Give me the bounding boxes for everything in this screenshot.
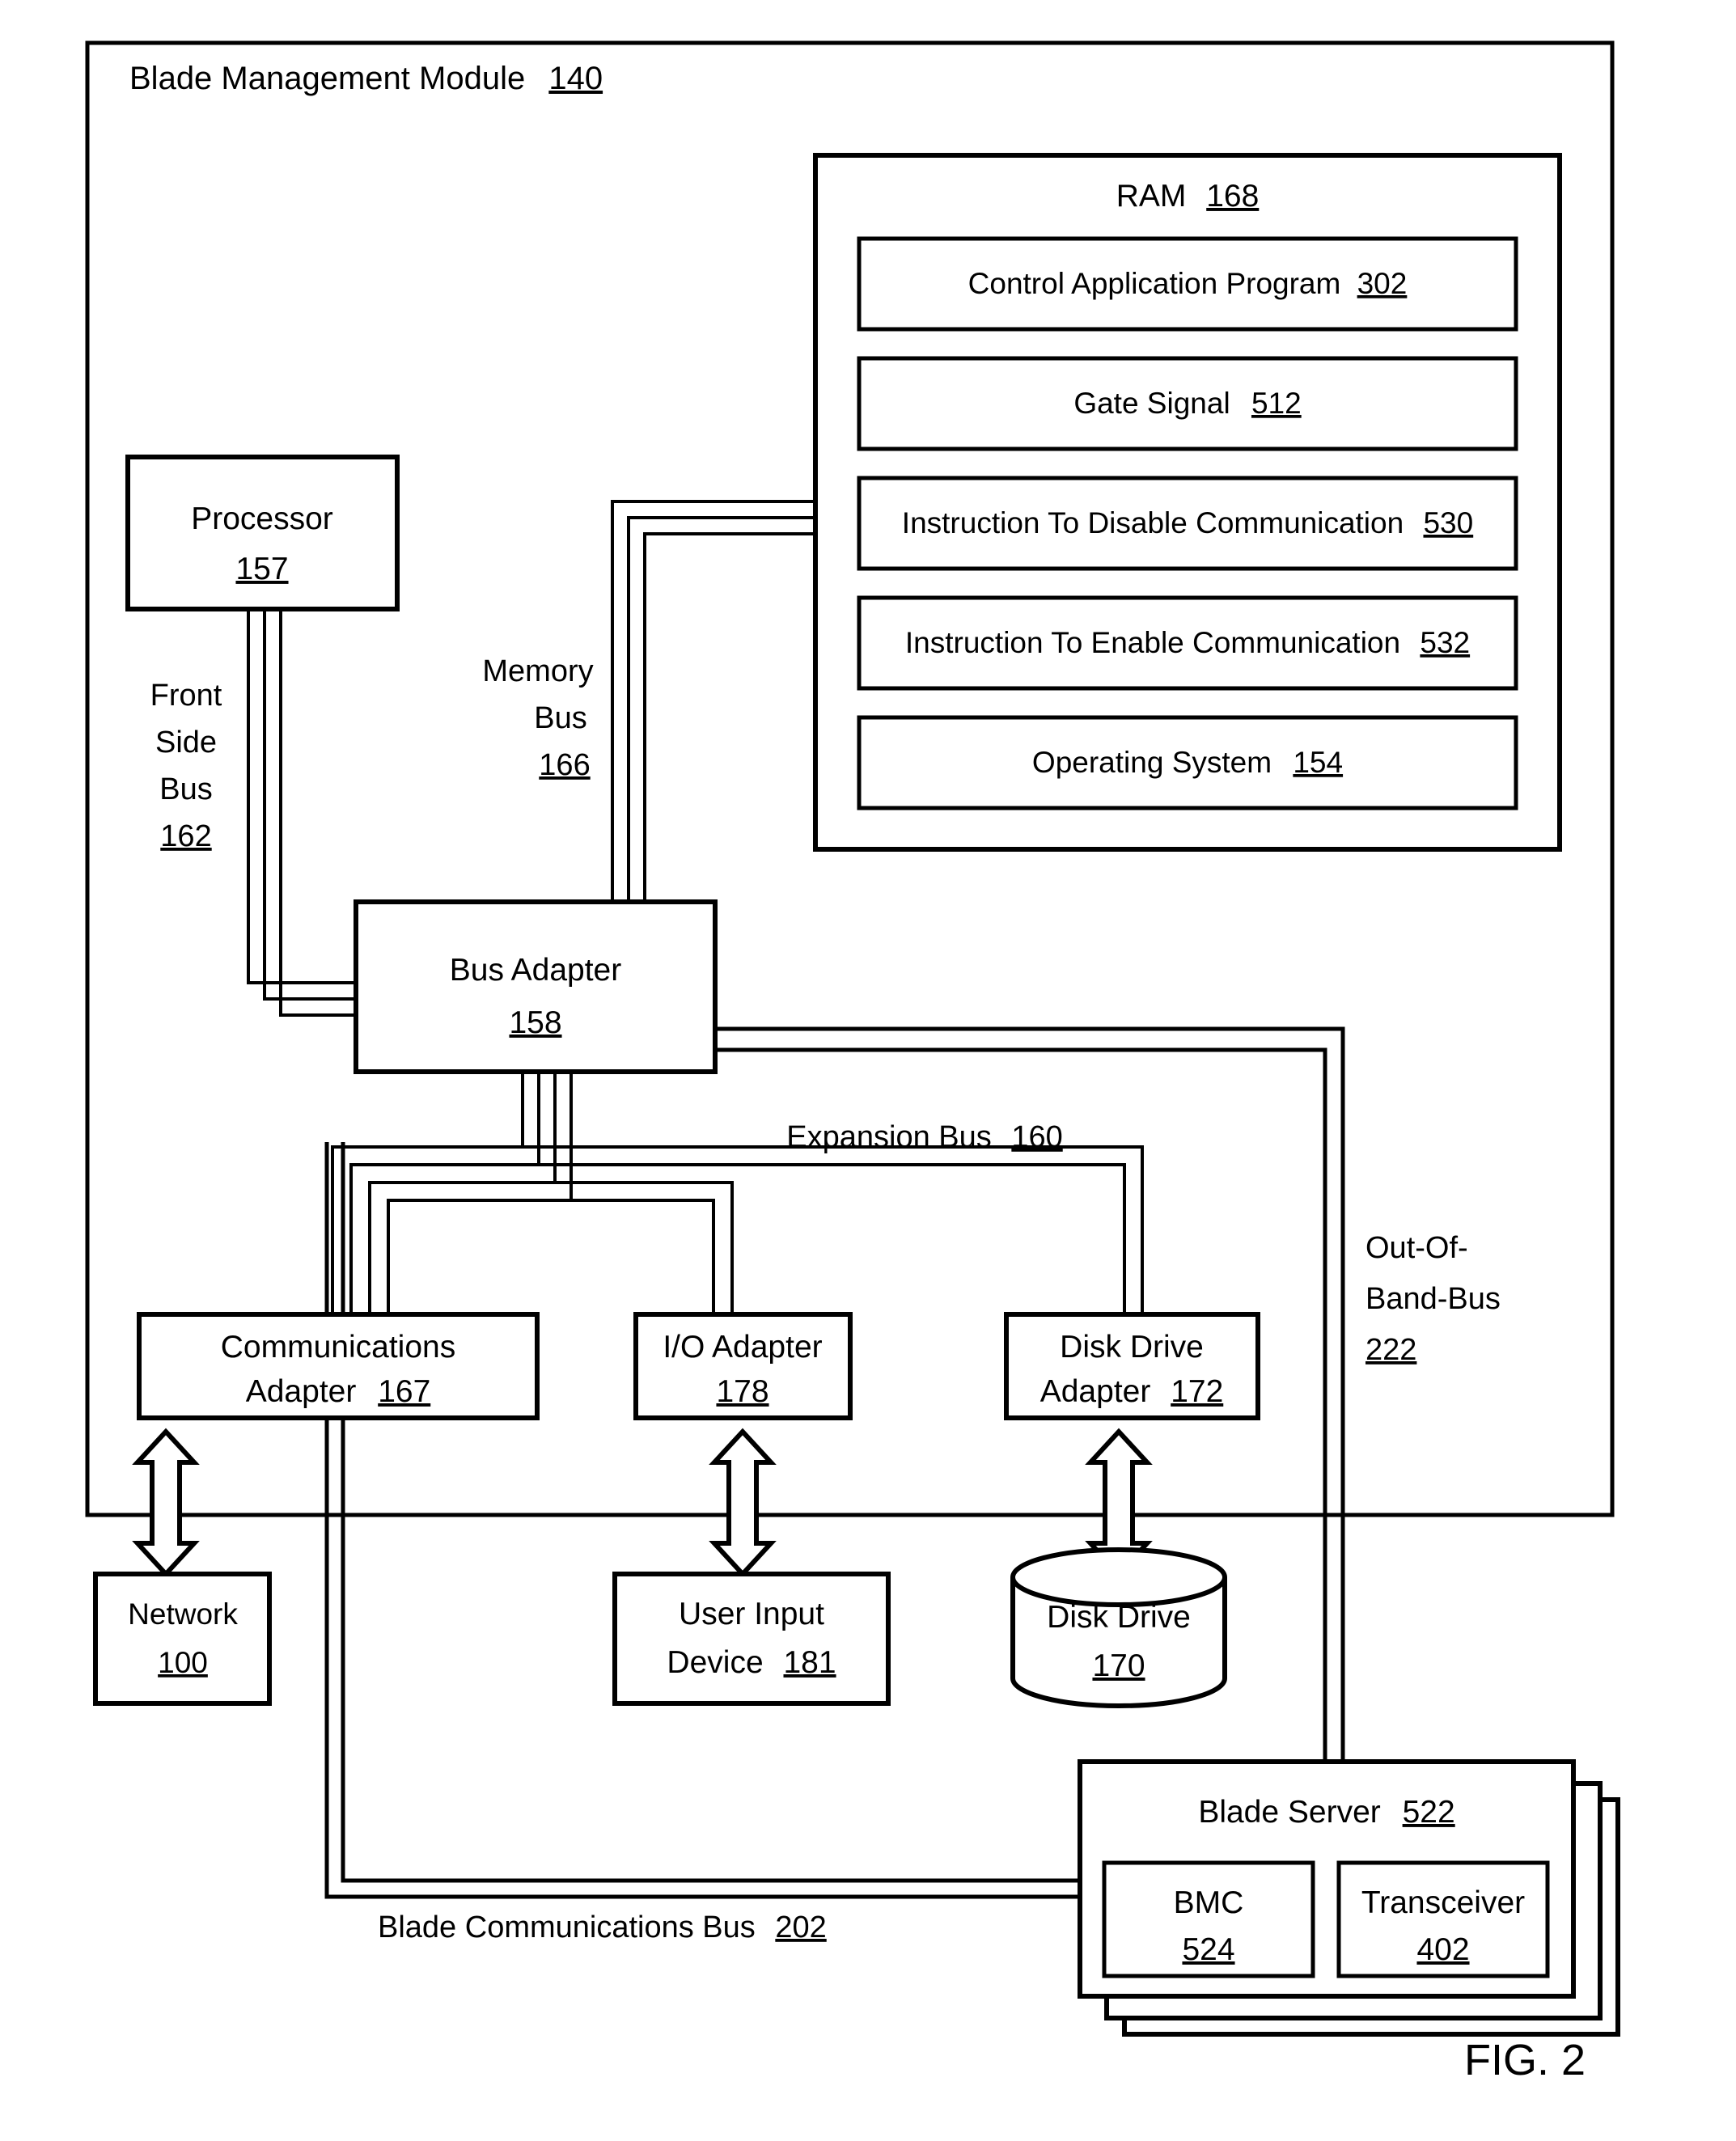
blade-server-title: Blade Server 522 — [1198, 1795, 1454, 1830]
memory-bus-label-line1: Memory — [482, 654, 593, 688]
bus-adapter-ref: 158 — [509, 1005, 561, 1040]
front-side-bus-label-line2: Side — [155, 726, 217, 760]
expansion-bus-label: Expansion Bus 160 — [786, 1120, 1062, 1154]
expansion-bus-loop-io-wire-2 — [387, 1199, 715, 1314]
ram-title: RAM 168 — [1116, 179, 1260, 214]
ram-item-label-1: Gate Signal 512 — [1073, 387, 1301, 420]
bus-adapter-label: Bus Adapter — [450, 953, 621, 988]
expansion-bus-loop-io-wire — [368, 1181, 734, 1314]
expansion-bus-loop-disk-wire — [331, 1145, 1144, 1314]
blade-communications-bus-inner-wire — [341, 1142, 1080, 1883]
front-side-bus-label-line3: Bus — [159, 772, 212, 806]
user-input-device-label-line1: User Input — [679, 1597, 824, 1631]
ram-item-label-2: Instruction To Disable Communication 530 — [902, 506, 1473, 539]
io-adapter-ref: 178 — [716, 1374, 768, 1409]
memory-bus-wire-1 — [611, 500, 814, 902]
communications-adapter-label-line2: Adapter 167 — [246, 1374, 431, 1409]
disk-drive-ref: 170 — [1092, 1648, 1145, 1683]
blade-communications-bus-label: Blade Communications Bus 202 — [378, 1910, 827, 1944]
out-of-band-bus-label-line1: Out-Of- — [1366, 1231, 1468, 1265]
disk-drive-adapter-label-line1: Disk Drive — [1060, 1330, 1204, 1365]
user-input-device-label-line2: Device 181 — [667, 1645, 836, 1680]
front-side-bus-wire-2 — [263, 608, 356, 1001]
front-side-bus-ref: 162 — [160, 819, 211, 853]
figure-caption: FIG. 2 — [1464, 2036, 1586, 2084]
ram-item-label-0: Control Application Program 302 — [968, 267, 1408, 300]
network-ref: 100 — [158, 1646, 208, 1679]
communications-adapter-label-line1: Communications — [221, 1330, 455, 1365]
out-of-band-bus-ref: 222 — [1366, 1333, 1416, 1367]
user-input-device-box — [612, 1572, 891, 1706]
bmc-label: BMC — [1174, 1885, 1244, 1920]
bmc-ref: 524 — [1182, 1932, 1234, 1967]
processor-label: Processor — [191, 501, 333, 536]
io-adapter-label: I/O Adapter — [663, 1330, 822, 1365]
diagram-canvas: RAM 168 Control Application Program 302 … — [85, 40, 1620, 2084]
processor-ref: 157 — [235, 552, 288, 586]
front-side-bus-label-line1: Front — [150, 679, 222, 713]
ram-item-label-3: Instruction To Enable Communication 532 — [905, 626, 1470, 659]
expansion-bus-loop-disk-wire-2 — [349, 1163, 1126, 1314]
patent-figure: RAM 168 Control Application Program 302 … — [0, 0, 1736, 2141]
transceiver-ref: 402 — [1416, 1932, 1469, 1967]
network-label: Network — [128, 1597, 238, 1631]
io-adapter-user-input-arrow — [709, 1428, 777, 1578]
transceiver-label: Transceiver — [1361, 1885, 1525, 1920]
ram-item-label-4: Operating System 154 — [1032, 746, 1343, 779]
memory-bus-ref: 166 — [539, 748, 590, 782]
comm-adapter-network-arrow — [132, 1428, 200, 1578]
disk-drive-label: Disk Drive — [1047, 1600, 1191, 1635]
memory-bus-wire-2 — [627, 516, 814, 902]
memory-bus-label-line2: Bus — [534, 701, 586, 735]
front-side-bus-wire-3 — [279, 608, 356, 1017]
memory-bus-wire-3 — [643, 532, 814, 902]
disk-drive-adapter-label-line2: Adapter 172 — [1040, 1374, 1224, 1409]
out-of-band-bus-label-line2: Band-Bus — [1366, 1282, 1501, 1316]
network-box — [93, 1572, 272, 1706]
blade-communications-bus-outer-wire — [324, 1142, 1080, 1899]
module-title: Blade Management Module 140 — [129, 61, 603, 96]
